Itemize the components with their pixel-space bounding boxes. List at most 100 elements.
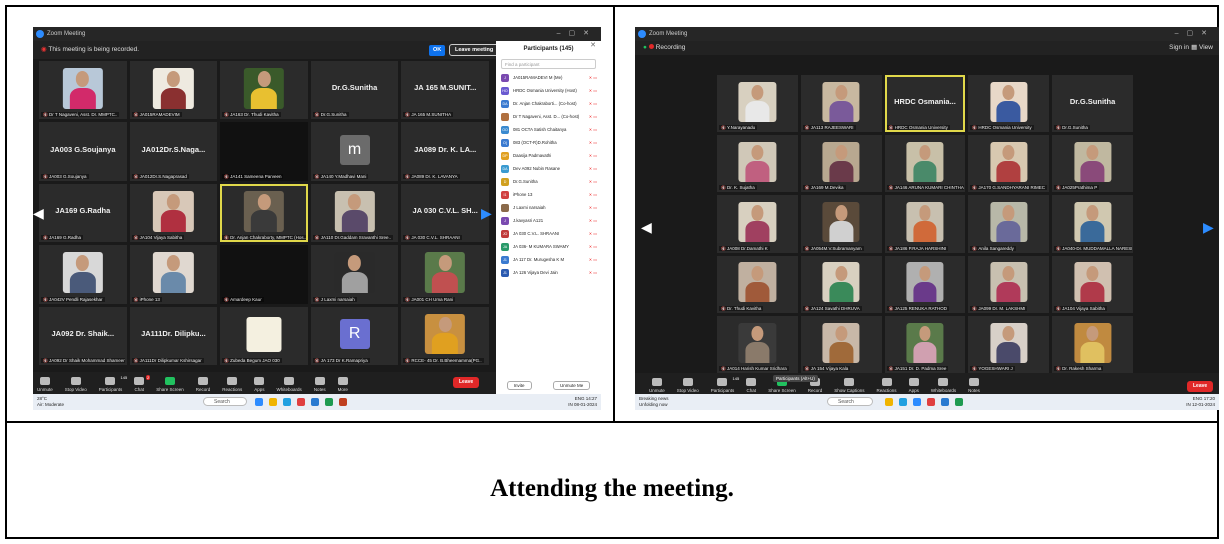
video-tile[interactable]: Amardeep Kaur — [220, 245, 308, 304]
control-chat[interactable]: Chat 2 — [134, 375, 151, 392]
participant-row[interactable]: J1 JA 117 Dr. Murugesha K M ✕ ▭ — [496, 253, 601, 266]
video-tile[interactable]: Dr T Nagaveni, Asst. Dr. MMPTC.. — [39, 61, 127, 120]
video-tile[interactable]: R JA 173 Dr K.Ramapriya — [310, 306, 399, 365]
video-tile[interactable]: J Laxmi narsaiah — [310, 245, 399, 304]
video-tile[interactable]: JA141 Sameena Parveen — [220, 122, 308, 181]
control-participants[interactable]: Participants 145 — [99, 375, 128, 392]
video-tile[interactable]: iPhone 13 — [129, 245, 218, 304]
unmute-me-button[interactable]: Unmute Me — [552, 381, 591, 390]
video-tile[interactable]: JA151 Dr. D. Padma Sree — [884, 315, 966, 373]
leave-button[interactable]: Leave — [453, 377, 480, 388]
window-controls[interactable]: –▢✕ — [557, 27, 597, 41]
participant-row[interactable]: DA Dev A092 Nubin Rasane ✕ ▭ — [496, 162, 601, 175]
video-tile[interactable]: JA025Prathima P — [1052, 135, 1133, 193]
excel-icon[interactable] — [955, 398, 963, 406]
video-tile[interactable]: JA124 Savathi DHRUVA — [800, 255, 882, 313]
participant-row[interactable]: DP Daasija Padmavathi ✕ ▭ — [496, 149, 601, 162]
participant-row[interactable]: J JA015RAMADEVI M (Me) ✕ ▭ — [496, 71, 601, 84]
participant-row[interactable]: Dr T Nagaveni, Asst. D... (Co-host) ✕ ▭ — [496, 110, 601, 123]
video-tile[interactable]: Dr.G.Sunitha Dr.G.Sunitha — [310, 61, 399, 120]
video-tile[interactable]: JA169 M.Devika — [800, 135, 882, 193]
video-tile[interactable]: JA001 CH Uma Rani — [401, 245, 489, 304]
leave-meeting-button[interactable]: Leave meeting — [449, 44, 500, 56]
control-share[interactable]: Share Screen — [156, 377, 184, 392]
control-reactions[interactable]: Reactions — [222, 377, 242, 392]
video-tile[interactable]: JA054M.V.Subramanyam — [800, 195, 882, 253]
video-tile[interactable]: Anila Sangareddy — [968, 195, 1050, 253]
participant-row[interactable]: O(083 (OCT-R)D.Rohitha ✕ ▭ — [496, 136, 601, 149]
video-tile[interactable]: JA099 Dr. M. LAKSHMI — [968, 255, 1050, 313]
video-tile[interactable]: JA104 Vijaya Sabitha — [129, 183, 218, 243]
control-captions[interactable]: Show Captions — [834, 378, 865, 393]
video-tile[interactable]: JA104 Vijaya Sabitha — [1052, 255, 1133, 313]
control-video[interactable]: Stop Video — [65, 377, 87, 392]
weather-widget[interactable]: 28°C Air: Moderate — [37, 396, 64, 408]
word-icon[interactable] — [311, 398, 319, 406]
video-tile[interactable]: JA089 Dr. K. LA... JA089 Dr. K. LAVANYA — [401, 122, 489, 181]
video-tile[interactable]: Dr. Thudi Kavitha — [717, 255, 798, 313]
view-button[interactable]: ▦ View — [1191, 41, 1213, 55]
control-video[interactable]: Stop Video — [677, 378, 699, 393]
find-participant-input[interactable]: Find a participant — [501, 59, 596, 69]
close-icon[interactable]: ✕ — [590, 41, 596, 49]
video-tile[interactable]: YOGESHWARI J — [968, 315, 1050, 373]
explorer-icon[interactable] — [885, 398, 893, 406]
video-tile[interactable]: JA008 Dr.Damathi K — [717, 195, 798, 253]
sign-in-link[interactable]: Sign in — [1169, 41, 1189, 55]
invite-button[interactable]: Invite — [506, 381, 532, 390]
news-widget[interactable]: Breaking news Unfolding now — [639, 396, 669, 408]
video-tile[interactable]: Dr.G.Sunitha Dr.G.Sunitha — [1052, 75, 1133, 133]
control-notes[interactable]: Notes — [968, 378, 980, 393]
participant-row[interactable]: D Dr.G.Sunitha ✕ ▭ — [496, 175, 601, 188]
prev-page-arrow[interactable]: ◀ — [641, 219, 652, 235]
video-tile[interactable]: JA 165 M.SUNIT... JA 165 M.SUNITHA — [401, 61, 489, 120]
zoom-app-icon[interactable] — [255, 398, 263, 406]
participant-row[interactable]: JO JA 030 C.V.L. SHRAANI ✕ ▭ — [496, 227, 601, 240]
next-page-arrow[interactable]: ▶ — [1203, 219, 1214, 235]
prev-page-arrow[interactable]: ◀ — [33, 205, 44, 221]
system-tray[interactable]: ENG 17:20 IN 12-01-2024 — [1186, 396, 1215, 408]
control-more[interactable]: More — [338, 377, 348, 392]
video-tile[interactable]: JA125 RENUKA RATHOD — [884, 255, 966, 313]
video-tile[interactable]: JA170 G.SANDHYARANI RIMEC — [968, 135, 1050, 193]
window-controls[interactable]: –▢✕ — [1175, 27, 1215, 41]
control-apps[interactable]: Apps — [909, 378, 919, 393]
video-tile[interactable]: JA 154 Vijaya Kala — [800, 315, 882, 373]
video-tile[interactable]: JA113 RAJEESWARI — [800, 75, 882, 133]
participant-row[interactable]: OO 081 OCTA Satish Chaitanya ✕ ▭ — [496, 123, 601, 136]
video-tile[interactable]: JA003 G.Soujanya JA003 G.Soujanya — [39, 122, 127, 181]
video-tile[interactable]: JA014 Harish Kumar Sridhara — [717, 315, 798, 373]
taskbar-search[interactable]: Search — [827, 397, 873, 406]
control-participants[interactable]: Participants 145 — [711, 376, 740, 393]
ok-button[interactable]: OK — [429, 45, 446, 56]
video-tile[interactable]: HRDC Osmania... HRDC Osmania University — [884, 75, 966, 133]
video-tile[interactable]: JA012Dr.S.Naga... JA012Dr.S.Nagaprasad — [129, 122, 218, 181]
video-tile[interactable]: m JA140 Y.Madhavi Mani — [310, 122, 399, 181]
video-tile[interactable]: JA110 Dr.Gaddam Sravanthi Sree.. — [310, 183, 399, 243]
chrome-icon[interactable] — [297, 398, 305, 406]
control-notes[interactable]: Notes — [314, 377, 326, 392]
word-icon[interactable] — [941, 398, 949, 406]
edge-icon[interactable] — [899, 398, 907, 406]
participant-row[interactable]: J Laxmi narsaiah ✕ ▭ — [496, 201, 601, 214]
video-tile[interactable]: Dr. Rakesh Sharma — [1052, 315, 1133, 373]
video-tile[interactable]: RCCE- 45 Dr. B.Bheemamma(PG.. — [401, 306, 489, 365]
video-tile[interactable]: JA042V Pendli Rajasekhar — [39, 245, 127, 304]
system-tray[interactable]: ENG 14:27 IN 08-01-2024 — [568, 396, 597, 408]
leave-button[interactable]: Leave — [1187, 381, 1214, 392]
next-page-arrow[interactable]: ▶ — [481, 205, 492, 221]
control-mic[interactable]: Unmute — [37, 377, 53, 392]
video-tile[interactable]: JA186 P.RAJA HARSHINI — [884, 195, 966, 253]
video-tile[interactable]: Dr. K. Sujatha — [717, 135, 798, 193]
edge-icon[interactable] — [283, 398, 291, 406]
video-tile[interactable]: JA146 ARUNA KUMARI CHINTHA — [884, 135, 966, 193]
video-tile[interactable]: JA015RAMADEVIM — [129, 61, 218, 120]
control-chat[interactable]: Chat — [746, 378, 757, 393]
video-tile[interactable]: JA 030 C.V.L. SH... JA 030 C.V.L. SHRAANI — [401, 183, 489, 243]
video-tile[interactable]: HRDC Osmania University — [968, 75, 1050, 133]
chrome-icon[interactable] — [927, 398, 935, 406]
participant-row[interactable]: J1 JA 126 Vijaya Devi Jain ✕ ▭ — [496, 266, 601, 279]
video-tile[interactable]: JA040-Dr. MUDDAMALLA NARESH — [1052, 195, 1133, 253]
control-whiteboard[interactable]: Whiteboards — [277, 377, 302, 392]
video-tile[interactable]: JA169 G.Radha JA169 G.Radha — [39, 183, 127, 243]
